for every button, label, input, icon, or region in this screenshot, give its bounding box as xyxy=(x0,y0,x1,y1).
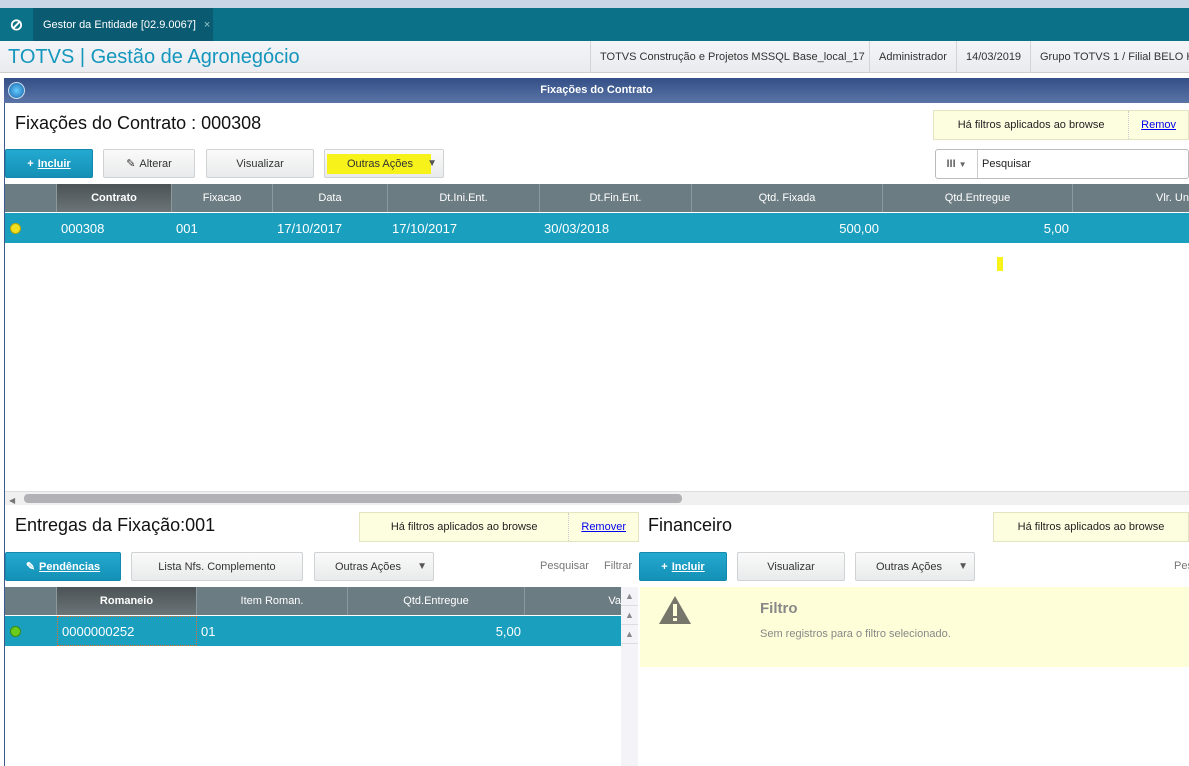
os-title-strip xyxy=(0,0,1189,8)
branch-info: Grupo TOTVS 1 / Filial BELO HO xyxy=(1030,41,1189,73)
alterar-button[interactable]: ✎ Alterar xyxy=(103,149,195,178)
col-dt-fin[interactable]: Dt.Fin.Ent. xyxy=(540,184,692,212)
financeiro-incluir-button[interactable]: + Incluir xyxy=(639,552,727,581)
col-qtd-fixada[interactable]: Qtd. Fixada xyxy=(692,184,883,212)
cell-dt-fin: 30/03/2018 xyxy=(544,220,610,236)
filter-text: Há filtros aplicados ao browse xyxy=(957,119,1105,131)
status-col-header xyxy=(5,184,57,212)
cell-contrato: 000308 xyxy=(61,220,105,236)
table-row[interactable]: 000308 001 17/10/2017 17/10/2017 30/03/2… xyxy=(5,213,1189,243)
search-input[interactable]: Pesquisar xyxy=(978,158,1031,170)
col-data[interactable]: Data xyxy=(273,184,388,212)
visualizar-label: Visualizar xyxy=(767,560,815,573)
tab-gestor-entidade[interactable]: Gestor da Entidade [02.9.0067] × xyxy=(33,8,213,41)
search-box[interactable]: III ▼ Pesquisar xyxy=(935,149,1189,179)
financeiro-visualizar-button[interactable]: Visualizar xyxy=(737,552,845,581)
table-row[interactable]: 0000000252 01 5,00 xyxy=(5,616,621,646)
alterar-label: Alterar xyxy=(139,157,172,170)
chevron-down-icon: ▼ xyxy=(958,561,968,572)
scroll-pageup-icon[interactable]: ▲ xyxy=(621,606,638,625)
chevron-down-icon: ▼ xyxy=(417,561,427,572)
empty-title: Filtro xyxy=(760,600,798,617)
col-dt-ini[interactable]: Dt.Ini.Ent. xyxy=(388,184,540,212)
col-vlr-un[interactable]: Vlr. Un xyxy=(1073,184,1189,212)
col-romaneio[interactable]: Romaneio xyxy=(57,587,197,615)
vertical-scrollbar[interactable]: ▲ ▲ ▲ xyxy=(621,587,638,766)
cell-qtd-entregue: 5,00 xyxy=(1043,220,1069,236)
visualizar-label: Visualizar xyxy=(236,157,284,170)
entregas-filter-banner: Há filtros aplicados ao browse Remover xyxy=(359,512,639,542)
status-col-header xyxy=(5,587,57,615)
scroll-top-icon[interactable]: ▲ xyxy=(621,587,638,606)
pendencias-button[interactable]: ✎ Pendências xyxy=(5,552,121,581)
filter-text: Há filtros aplicados ao browse xyxy=(390,521,538,533)
cell-romaneio: 0000000252 xyxy=(57,616,197,646)
date-info: 14/03/2019 xyxy=(956,41,1030,73)
filter-text: Há filtros aplicados ao browse xyxy=(1017,521,1165,533)
financeiro-title: Financeiro xyxy=(648,515,733,535)
visualizar-button[interactable]: Visualizar xyxy=(206,149,314,178)
status-dot-icon xyxy=(10,625,21,637)
outras-acoes-button[interactable]: Outras Ações ▼ xyxy=(324,149,444,178)
empty-text: Sem registros para o filtro selecionado. xyxy=(760,628,951,640)
plus-icon: + xyxy=(27,157,34,170)
entregas-title: Entregas da Fixação:001 xyxy=(15,515,216,535)
scrollbar-thumb[interactable] xyxy=(24,494,682,503)
pesquisar-link[interactable]: Pesquisar xyxy=(540,560,589,572)
cell-dt-ini: 17/10/2017 xyxy=(392,220,458,236)
window-title: Fixações do Contrato xyxy=(4,78,1189,103)
financeiro-outras-acoes-button[interactable]: Outras Ações ▼ xyxy=(855,552,975,581)
lista-nfs-button[interactable]: Lista Nfs. Complemento xyxy=(131,552,303,581)
totvs-logo-icon[interactable]: ⊘ xyxy=(0,8,33,41)
scroll-left-icon[interactable]: ◀ xyxy=(5,496,15,505)
empty-state-panel: Filtro Sem registros para o filtro selec… xyxy=(640,587,1189,667)
lista-label: Lista Nfs. Complemento xyxy=(158,560,276,573)
entregas-grid-header: Romaneio Item Roman. Qtd.Entregue Va xyxy=(5,587,621,615)
status-dot-icon xyxy=(10,222,21,234)
company-info: TOTVS Construção e Projetos MSSQL Base_l… xyxy=(590,41,874,73)
close-icon[interactable]: × xyxy=(204,19,210,31)
plus-icon: + xyxy=(661,560,668,573)
cell-item: 01 xyxy=(201,623,216,639)
outras-label: Outras Ações xyxy=(876,560,943,573)
highlight-mark xyxy=(997,257,1003,271)
pencil-icon: ✎ xyxy=(126,158,136,170)
warning-icon xyxy=(659,596,691,624)
tab-label: Gestor da Entidade [02.9.0067] xyxy=(43,18,196,31)
remove-filter-link[interactable]: Remover xyxy=(568,513,638,541)
filter-banner: Há filtros aplicados ao browse Remov xyxy=(933,110,1189,140)
col-valor[interactable]: Va xyxy=(525,587,621,615)
cell-fixacao: 001 xyxy=(176,220,198,236)
col-qtd-entregue[interactable]: Qtd.Entregue xyxy=(883,184,1073,212)
app-title: TOTVS | Gestão de Agronegócio xyxy=(8,46,300,68)
col-contrato[interactable]: Contrato xyxy=(57,184,172,212)
incluir-label: Incluir xyxy=(37,157,71,170)
scroll-up-icon[interactable]: ▲ xyxy=(621,625,638,644)
pesquisar-link[interactable]: Pes xyxy=(1174,560,1189,572)
remove-filter-link[interactable]: Remov xyxy=(1128,111,1188,139)
cell-qtd-fixada: 500,00 xyxy=(839,220,879,236)
col-fixacao[interactable]: Fixacao xyxy=(172,184,273,212)
incluir-button[interactable]: + Incluir xyxy=(5,149,93,178)
columns-icon[interactable]: III ▼ xyxy=(936,150,978,178)
financeiro-filter-banner: Há filtros aplicados ao browse xyxy=(993,512,1189,542)
cell-qtd: 5,00 xyxy=(495,623,521,639)
col-qtd-entregue[interactable]: Qtd.Entregue xyxy=(348,587,525,615)
col-item-roman[interactable]: Item Roman. xyxy=(197,587,348,615)
entregas-outras-acoes-button[interactable]: Outras Ações ▼ xyxy=(314,552,434,581)
cell-data: 17/10/2017 xyxy=(277,220,343,236)
page-title: Fixações do Contrato : 000308 xyxy=(15,113,262,133)
chevron-down-icon: ▼ xyxy=(427,158,437,169)
outras-label: Outras Ações xyxy=(335,560,402,573)
filtrar-link[interactable]: Filtrar xyxy=(604,560,632,572)
user-info: Administrador xyxy=(869,41,956,73)
pendencias-label: Pendências xyxy=(39,560,101,573)
outras-acoes-label: Outras Ações xyxy=(326,153,432,174)
window-icon[interactable] xyxy=(8,82,25,99)
pencil-icon: ✎ xyxy=(25,561,36,573)
incluir-label: Incluir xyxy=(671,560,705,573)
main-grid-header: Contrato Fixacao Data Dt.Ini.Ent. Dt.Fin… xyxy=(5,184,1189,212)
